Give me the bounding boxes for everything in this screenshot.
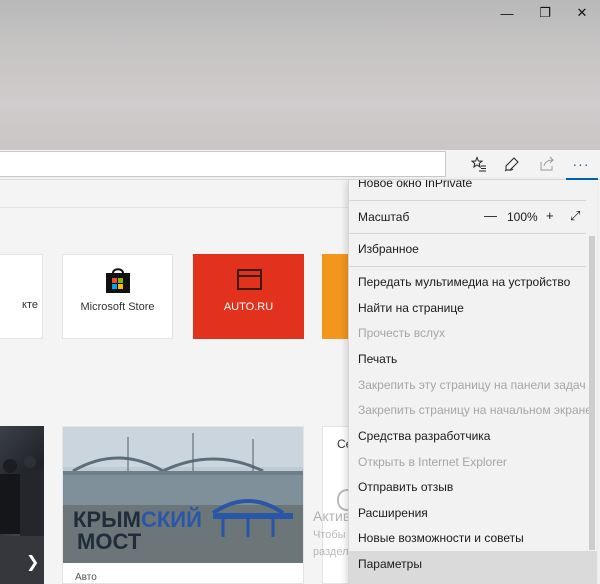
share-icon — [540, 156, 554, 171]
menu-item-favorites[interactable]: Избранное — [358, 242, 419, 256]
menu-separator — [349, 200, 586, 201]
close-button[interactable]: ✕ — [564, 2, 600, 24]
news-category: Авто — [75, 572, 97, 583]
restore-button[interactable]: ❐ — [527, 2, 563, 24]
menu-item-read-aloud: Прочесть вслух — [358, 326, 445, 340]
menu-separator — [349, 266, 586, 267]
settings-and-more-menu: Новое окно InPrivate Масштаб — 100% + ⤢ … — [348, 180, 597, 584]
microsoft-store-icon — [106, 268, 130, 293]
pen-icon — [504, 157, 519, 172]
news-card-crimean-bridge[interactable]: КРЫМСКИЙ МОСТ Авто — [62, 426, 304, 584]
menu-item-whats-new[interactable]: Новые возможности и советы — [358, 531, 524, 545]
photo-text-most: МОСТ — [77, 529, 142, 554]
minimize-button[interactable]: — — [489, 2, 525, 24]
zoom-out-button[interactable]: — — [484, 208, 497, 223]
menu-item-developer-tools[interactable]: Средства разработчика — [358, 429, 490, 443]
menu-item-cast-media[interactable]: Передать мультимедиа на устройство — [358, 275, 570, 289]
photo-text-skiy: СКИЙ — [141, 507, 202, 532]
menu-separator — [349, 233, 586, 234]
bridge-photo: КРЫМСКИЙ МОСТ — [63, 427, 303, 563]
tile-label: Microsoft Store — [80, 301, 155, 313]
settings-and-more-button[interactable]: ··· — [567, 152, 595, 176]
menu-item-settings[interactable]: Параметры — [358, 557, 422, 571]
zoom-value: 100% — [507, 210, 538, 224]
zoom-label: Масштаб — [358, 210, 410, 224]
tile-label: AUTO.RU — [223, 301, 274, 313]
carousel-next-icon[interactable]: ❯ — [26, 552, 39, 572]
top-site-tile-auto-ru[interactable]: AUTO.RU — [193, 254, 304, 339]
menu-item-pin-to-taskbar: Закрепить эту страницу на панели задач — [358, 378, 586, 392]
menu-item-find-on-page[interactable]: Найти на странице — [358, 301, 464, 315]
web-note-button[interactable] — [498, 152, 526, 176]
fullscreen-icon[interactable]: ⤢ — [570, 208, 580, 224]
menu-scrollbar[interactable] — [589, 236, 595, 550]
content-divider — [0, 207, 350, 208]
browser-window-icon — [237, 269, 262, 290]
address-bar[interactable] — [0, 151, 446, 177]
top-site-tile-partial[interactable]: кте — [0, 254, 43, 339]
zoom-in-button[interactable]: + — [546, 208, 554, 223]
menu-item-send-feedback[interactable]: Отправить отзыв — [358, 480, 453, 494]
menu-item-open-in-ie: Открыть в Internet Explorer — [358, 455, 507, 469]
share-button[interactable] — [533, 152, 561, 176]
menu-item-extensions[interactable]: Расширения — [358, 506, 428, 520]
news-photo: КРЫМСКИЙ МОСТ — [63, 427, 303, 563]
star-lines-icon — [471, 156, 486, 172]
menu-item-print[interactable]: Печать — [358, 352, 397, 366]
tile-label: кте — [22, 299, 38, 311]
top-site-tile-microsoft-store[interactable]: Microsoft Store — [62, 254, 173, 339]
menu-item-new-inprivate-window[interactable]: Новое окно InPrivate — [358, 180, 472, 190]
favorites-hub-icon[interactable] — [465, 152, 493, 176]
menu-item-pin-to-start: Закрепить страницу на начальном экране — [358, 403, 592, 417]
